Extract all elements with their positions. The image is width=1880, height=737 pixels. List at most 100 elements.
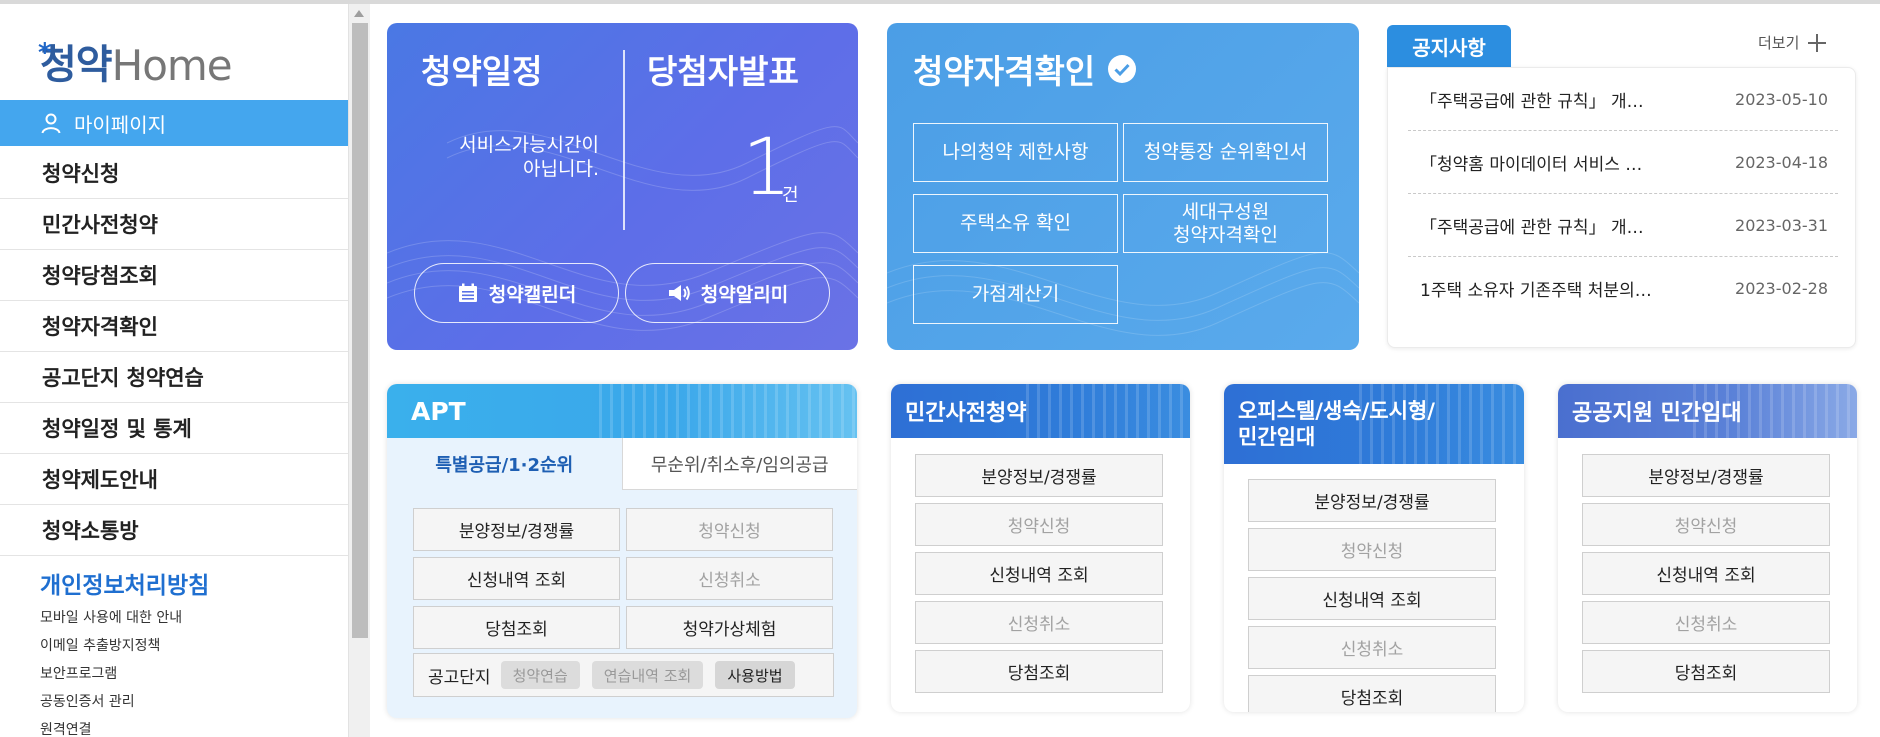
link-email-policy[interactable]: 이메일 추출방지정책 — [40, 632, 182, 660]
officetel-history-button[interactable]: 신청내역 조회 — [1248, 577, 1496, 620]
notice-title: 「청약홈 마이데이터 서비스 … — [1420, 154, 1643, 175]
rental-apply-button[interactable]: 청약신청 — [1582, 503, 1830, 546]
tab-special-supply[interactable]: 특별공급/1·2순위 — [387, 438, 622, 490]
schedule-divider — [623, 50, 625, 230]
tab-unranked-supply[interactable]: 무순위/취소후/임의공급 — [621, 438, 857, 490]
my-restrictions-button[interactable]: 나의청약 제한사항 — [913, 123, 1118, 182]
schedule-message-line1: 서비스가능시간이 — [459, 134, 599, 156]
notice-item[interactable]: 「주택공급에 관한 규칙」 개… 2023-03-31 — [1408, 194, 1838, 257]
alarm-button[interactable]: 청약알리미 — [625, 263, 830, 323]
link-security-program[interactable]: 보안프로그램 — [40, 660, 182, 688]
schedule-message-line2: 아닙니다. — [523, 158, 599, 180]
apt-tabs: 특별공급/1·2순위 무순위/취소후/임의공급 — [387, 438, 857, 490]
schedule-message: 서비스가능시간이 아닙니다. — [427, 133, 599, 181]
apt-sale-info-button[interactable]: 분양정보/경쟁률 — [413, 508, 620, 551]
qualification-title-text: 청약자격확인 — [913, 52, 1096, 91]
notice-date: 2023-04-18 — [1735, 152, 1828, 172]
building-pattern — [1025, 384, 1190, 438]
household-qualification-button[interactable]: 세대구성원 청약자격확인 — [1123, 194, 1328, 253]
sidebar-scrollbar[interactable] — [348, 4, 370, 737]
notice-list: 「주택공급에 관한 규칙」 개… 2023-05-10 「청약홈 마이데이터 서… — [1387, 67, 1856, 348]
rental-win-check-button[interactable]: 당첨조회 — [1582, 650, 1830, 693]
scroll-up-arrow-icon[interactable] — [354, 10, 364, 17]
calendar-button[interactable]: 청약캘린더 — [414, 263, 619, 323]
officetel-cancel-button[interactable]: 신청취소 — [1248, 626, 1496, 669]
nav-item-private-pre[interactable]: 민간사전청약 — [0, 199, 348, 250]
apt-history-button[interactable]: 신청내역 조회 — [413, 557, 620, 600]
privacy-policy-link[interactable]: 개인정보처리방침 — [40, 566, 209, 600]
mypage-link[interactable]: 마이페이지 — [0, 100, 348, 146]
notice-item[interactable]: 1주택 소유자 기존주택 처분의… 2023-02-28 — [1408, 257, 1838, 320]
private-cancel-button[interactable]: 신청취소 — [915, 601, 1163, 644]
officetel-title-line2: 민간임대 — [1238, 425, 1316, 449]
nav-item-win-check[interactable]: 청약당첨조회 — [0, 250, 348, 301]
house-ownership-button[interactable]: 주택소유 확인 — [913, 194, 1118, 253]
notice-title: 「주택공급에 관한 규칙」 개… — [1420, 91, 1644, 112]
practice-button[interactable]: 청약연습 — [500, 661, 580, 689]
link-certificate[interactable]: 공동인증서 관리 — [40, 688, 182, 716]
public-rental-card: 공공지원 민간임대 분양정보/경쟁률 청약신청 신청내역 조회 신청취소 당첨조… — [1558, 384, 1857, 712]
private-pre-card: 민간사전청약 분양정보/경쟁률 청약신청 신청내역 조회 신청취소 당첨조회 — [891, 384, 1190, 712]
private-apply-button[interactable]: 청약신청 — [915, 503, 1163, 546]
rental-sale-info-button[interactable]: 분양정보/경쟁률 — [1582, 454, 1830, 497]
nav-item-system-guide[interactable]: 청약제도안내 — [0, 454, 348, 505]
notice-item[interactable]: 「주택공급에 관한 규칙」 개… 2023-05-10 — [1408, 68, 1838, 131]
schedule-title: 청약일정 — [421, 52, 543, 91]
notice-date: 2023-03-31 — [1735, 215, 1828, 235]
rental-history-button[interactable]: 신청내역 조회 — [1582, 552, 1830, 595]
alarm-button-label: 청약알리미 — [700, 283, 789, 306]
practice-history-button[interactable]: 연습내역 조회 — [591, 661, 704, 689]
apt-win-check-button[interactable]: 당첨조회 — [413, 606, 620, 649]
private-history-button[interactable]: 신청내역 조회 — [915, 552, 1163, 595]
officetel-sale-info-button[interactable]: 분양정보/경쟁률 — [1248, 479, 1496, 522]
private-pre-title: 민간사전청약 — [905, 401, 1027, 426]
notice-item[interactable]: 「청약홈 마이데이터 서비스 … 2023-04-18 — [1408, 131, 1838, 194]
winners-unit: 건 — [782, 185, 799, 206]
officetel-header: 오피스텔/생숙/도시형/ 민간임대 — [1224, 384, 1524, 464]
household-line1: 세대구성원 — [1181, 200, 1270, 223]
nav-item-schedule-stats[interactable]: 청약일정 및 통계 — [0, 403, 348, 454]
calendar-button-label: 청약캘린더 — [488, 283, 577, 306]
footer-links: 모바일 사용에 대한 안내 이메일 추출방지정책 보안프로그램 공동인증서 관리… — [40, 604, 182, 737]
scrollbar-thumb[interactable] — [352, 23, 368, 638]
private-win-check-button[interactable]: 당첨조회 — [915, 650, 1163, 693]
calendar-icon — [458, 283, 477, 302]
bankbook-rank-button[interactable]: 청약통장 순위확인서 — [1123, 123, 1328, 182]
link-remote[interactable]: 원격연결 — [40, 716, 182, 737]
nav-item-apply[interactable]: 청약신청 — [0, 148, 348, 199]
mypage-label: 마이페이지 — [74, 112, 166, 137]
score-calculator-button[interactable]: 가점계산기 — [913, 265, 1118, 324]
link-mobile-guide[interactable]: 모바일 사용에 대한 안내 — [40, 604, 182, 632]
building-pattern — [598, 384, 857, 438]
plus-icon — [1808, 33, 1827, 52]
public-rental-header: 공공지원 민간임대 — [1558, 384, 1857, 438]
apt-simulation-button[interactable]: 청약가상체험 — [626, 606, 833, 649]
check-circle-icon — [1108, 55, 1137, 83]
notice-more-link[interactable]: 더보기 — [1758, 32, 1827, 53]
nav-item-practice[interactable]: 공고단지 청약연습 — [0, 352, 348, 403]
logo[interactable]: * 청약 Home — [38, 34, 233, 90]
sidebar: * 청약 Home 마이페이지 청약신청 민간사전청약 청약당첨조회 청약자격확… — [0, 4, 348, 737]
practice-howto-button[interactable]: 사용방법 — [715, 661, 795, 689]
apt-apply-button[interactable]: 청약신청 — [626, 508, 833, 551]
officetel-card: 오피스텔/생숙/도시형/ 민간임대 분양정보/경쟁률 청약신청 신청내역 조회 … — [1224, 384, 1524, 712]
private-sale-info-button[interactable]: 분양정보/경쟁률 — [915, 454, 1163, 497]
private-pre-header: 민간사전청약 — [891, 384, 1190, 438]
notice-title: 「주택공급에 관한 규칙」 개… — [1420, 217, 1644, 238]
person-icon — [41, 113, 61, 134]
apt-button-grid: 분양정보/경쟁률 청약신청 신청내역 조회 신청취소 당첨조회 청약가상체험 — [413, 508, 834, 649]
rental-cancel-button[interactable]: 신청취소 — [1582, 601, 1830, 644]
apt-title: APT — [411, 396, 466, 426]
nav-item-community[interactable]: 청약소통방 — [0, 505, 348, 556]
officetel-win-check-button[interactable]: 당첨조회 — [1248, 675, 1496, 712]
notice-tab[interactable]: 공지사항 — [1387, 25, 1511, 67]
notice-date: 2023-05-10 — [1735, 89, 1828, 109]
officetel-apply-button[interactable]: 청약신청 — [1248, 528, 1496, 571]
apt-practice-bar: 공고단지 청약연습 연습내역 조회 사용방법 — [413, 653, 834, 697]
notice-date: 2023-02-28 — [1735, 279, 1828, 298]
qualification-card: 청약자격확인 나의청약 제한사항 청약통장 순위확인서 주택소유 확인 세대구성… — [887, 23, 1359, 350]
qualification-title: 청약자격확인 — [913, 45, 1137, 93]
logo-sub-text: Home — [111, 41, 233, 90]
apt-cancel-button[interactable]: 신청취소 — [626, 557, 833, 600]
nav-item-qualification[interactable]: 청약자격확인 — [0, 301, 348, 352]
